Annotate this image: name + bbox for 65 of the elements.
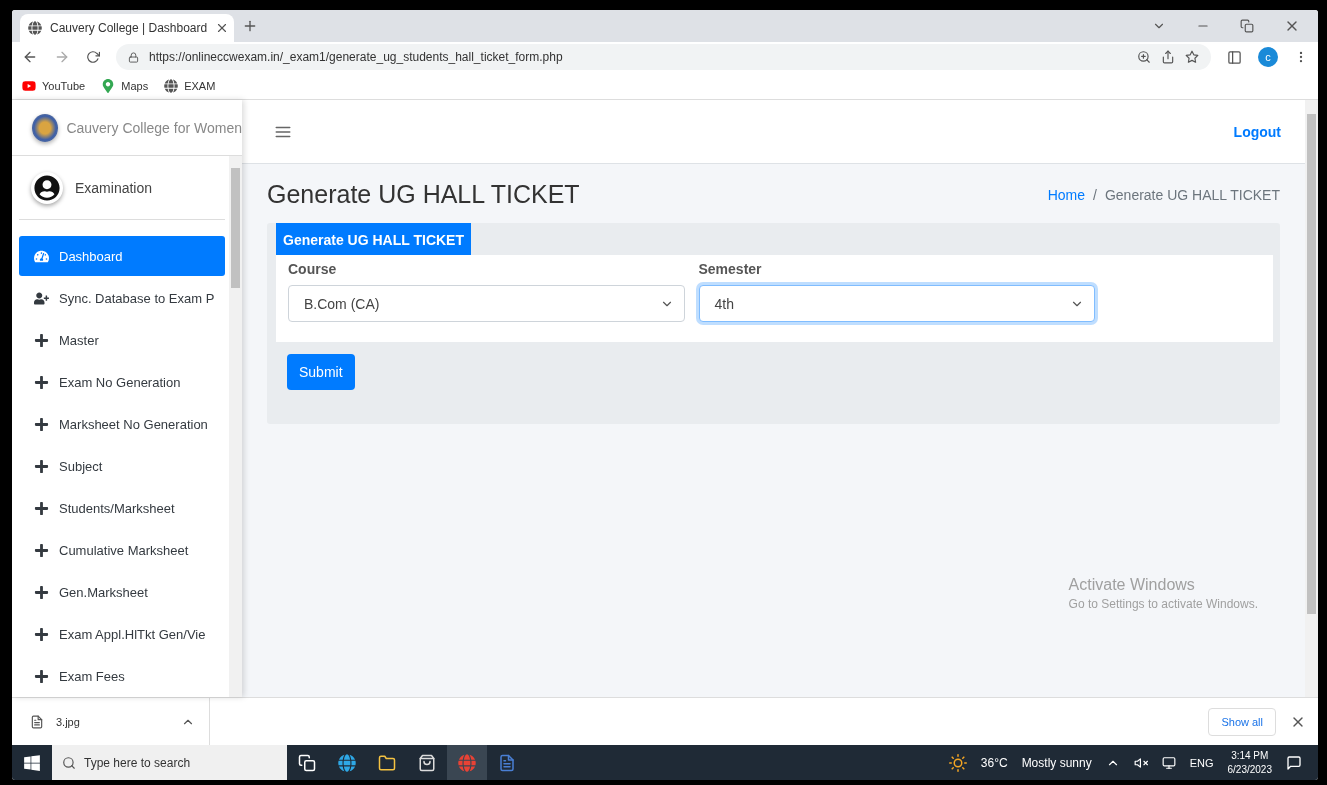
breadcrumb-link[interactable]: Home [1047,186,1086,203]
profile-avatar[interactable]: c [1258,47,1278,67]
sidebar-item[interactable]: Marksheet No Generation [19,404,225,444]
breadcrumb-separator: / [1093,186,1097,203]
temperature: 36°C [980,755,1008,770]
activation-notice-title: Activate Windows [1068,576,1196,594]
bookmark[interactable]: EXAM [164,78,216,93]
url-text: https://onlineccwexam.in/_exam1/generate_ug_students_hall_ticket_form.php [149,50,564,64]
college-logo [32,113,59,142]
user-avatar [31,171,63,204]
clock-time: 3:14 PM [1231,748,1269,763]
sidebar-item[interactable]: Exam No Generation [19,362,225,402]
youtube-icon [22,78,36,93]
sidebar-item[interactable]: Dashboard [19,236,225,276]
submit-button[interactable]: Submit [287,354,355,390]
clock-date: 6/23/2023 [1227,762,1272,777]
sidebar-item[interactable]: Cumulative Marksheet [19,530,225,570]
logout-link[interactable]: Logout [1233,123,1281,140]
sidebar-item[interactable]: Gen.Marksheet [19,572,225,612]
bookmark[interactable]: YouTube [22,78,86,93]
back-icon[interactable] [22,49,38,65]
map-pin-icon [101,78,116,93]
field-label: Semester [698,261,763,277]
sidebar-item[interactable]: Exam Appl.HlTkt Gen/Vie [19,614,225,654]
star-icon[interactable] [1185,50,1199,64]
sidebar-item[interactable]: Exam Fees [19,656,225,696]
tab-title: Cauvery College | Dashboard [50,21,208,35]
activation-notice-text: Go to Settings to activate Windows. [1068,597,1258,611]
notification-icon[interactable] [1286,754,1302,771]
address-bar[interactable]: https://onlineccwexam.in/_exam1/generate_ug_students_hall_ticket_form.php [116,44,1211,70]
reload-icon[interactable] [86,50,100,64]
select-field[interactable]: B.Com (CA) [288,285,685,322]
share-icon[interactable] [1161,50,1175,64]
monitor-icon[interactable] [1161,755,1176,770]
show-all-button[interactable]: Show all [1208,707,1276,736]
browser-tab[interactable]: Cauvery College | Dashboard [20,14,234,42]
brand-name: Cauvery College for Women [66,119,242,136]
gauge-icon [31,248,51,264]
sun-icon [948,753,967,772]
breadcrumb-current: Generate UG HALL TICKET [1104,186,1280,203]
weather-text: Mostly sunny [1021,755,1092,770]
select-field[interactable]: 4th [698,285,1095,322]
sidebar-item[interactable]: Students/Marksheet [19,488,225,528]
mute-icon[interactable] [1133,755,1148,770]
sidebar-item[interactable]: Master [19,320,225,360]
field-label: Course [288,261,338,277]
side-panel-icon[interactable] [1227,49,1242,65]
sidebar-item[interactable]: Subject [19,446,225,486]
globe-icon [28,21,42,35]
new-tab-icon[interactable] [242,18,258,34]
file-icon [30,714,44,729]
scrollbar[interactable] [229,156,242,697]
user-plus-icon [31,290,51,306]
taskbar-search[interactable]: Type here to search [52,745,287,780]
user-name: Examination [75,179,153,196]
globe-icon [164,78,179,93]
search-icon [62,755,76,770]
restore-icon[interactable] [1240,19,1254,33]
zoom-icon[interactable] [1137,50,1151,64]
page-title: Generate UG HALL TICKET [267,180,580,209]
scrollbar[interactable] [1305,100,1318,697]
language[interactable]: ENG [1189,756,1214,769]
bookmark[interactable]: Maps [101,78,149,93]
lock-icon [128,51,139,63]
sidebar-item[interactable]: Sync. Database to Exam P [19,278,225,318]
